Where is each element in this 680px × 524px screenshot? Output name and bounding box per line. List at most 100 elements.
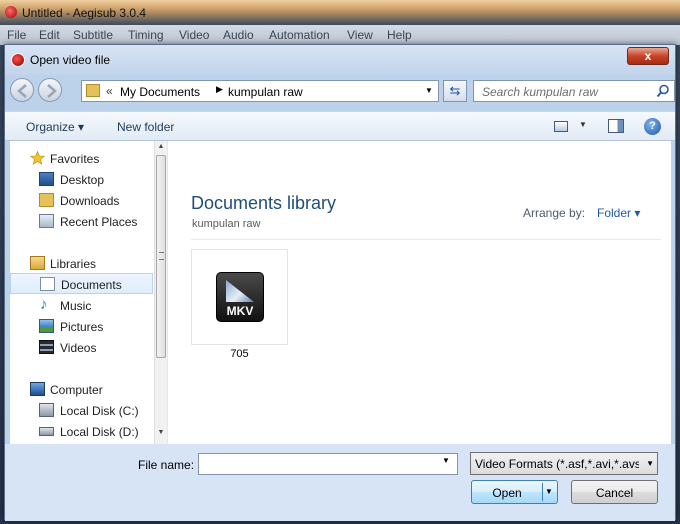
back-button[interactable] (10, 78, 34, 102)
refresh-button[interactable]: ⇆ (443, 80, 467, 102)
help-icon[interactable]: ? (644, 118, 661, 135)
refresh-icon: ⇆ (449, 83, 461, 98)
nav-item-desktop[interactable]: Desktop (10, 169, 153, 190)
arrange-by-label: Arrange by: (523, 206, 586, 220)
library-subtitle: kumpulan raw (192, 218, 261, 230)
close-button[interactable]: x (627, 47, 669, 65)
nav-label: Libraries (50, 257, 97, 271)
cancel-button-label: Cancel (595, 486, 634, 500)
nav-item-local-disk-c[interactable]: Local Disk (C:) (10, 400, 153, 421)
open-video-dialog: Open video file x « My Documents ▶ kumpu… (4, 44, 676, 521)
menu-help[interactable]: Help (387, 28, 412, 42)
menu-subtitle[interactable]: Subtitle (73, 28, 113, 42)
file-type-value: Video Formats (*.asf,*.avi,*.avs, (475, 457, 639, 471)
address-bar[interactable]: « My Documents ▶ kumpulan raw ▼ (81, 80, 439, 102)
dialog-title: Open video file (30, 53, 111, 67)
menu-audio[interactable]: Audio (223, 28, 254, 42)
address-dropdown-icon[interactable]: ▼ (420, 81, 438, 101)
scroll-down-icon[interactable]: ▼ (155, 429, 167, 439)
libraries-icon (30, 256, 45, 270)
nav-label: Music (60, 299, 92, 313)
back-arrow-icon (17, 84, 27, 98)
file-name-label: File name: (138, 458, 195, 472)
scroll-thumb[interactable] (156, 155, 166, 358)
mkv-file-icon: MKV (216, 272, 264, 322)
disk-icon (39, 403, 54, 417)
nav-item-documents[interactable]: Documents (10, 273, 153, 294)
open-button-label: Open (492, 486, 522, 500)
nav-item-computer[interactable]: Computer (10, 379, 153, 400)
nav-item-pictures[interactable]: Pictures (10, 316, 153, 337)
downloads-icon (39, 193, 54, 207)
file-name-dropdown-icon[interactable]: ▼ (442, 456, 450, 465)
open-dropdown-icon[interactable]: ▼ (545, 487, 553, 496)
organize-button[interactable]: Organize ▾ (26, 120, 84, 134)
nav-item-music[interactable]: ♪ Music (10, 295, 153, 316)
mkv-play-glyph-icon (226, 280, 254, 302)
address-overflow-chevron[interactable]: « (106, 84, 113, 98)
open-button[interactable]: Open ▼ (471, 480, 558, 504)
command-toolbar: Organize ▾ New folder ▼ ? (5, 111, 675, 141)
scroll-up-icon[interactable]: ▲ (155, 143, 167, 153)
nav-item-downloads[interactable]: Downloads (10, 190, 153, 211)
dialog-footer: File name: ▼ Video Formats (*.asf,*.avi,… (5, 444, 675, 521)
videos-icon (39, 340, 54, 354)
nav-label: Videos (60, 341, 97, 355)
forward-arrow-icon (47, 84, 57, 98)
search-input[interactable]: Search kumpulan raw (482, 85, 598, 99)
aegisub-dialog-icon (11, 53, 25, 67)
breadcrumb-kumpulan-raw[interactable]: kumpulan raw (228, 85, 303, 99)
scroll-grip-icon (159, 252, 164, 260)
folder-icon (86, 84, 100, 97)
search-box[interactable]: Search kumpulan raw (473, 80, 675, 102)
pictures-icon (39, 319, 54, 333)
forward-button[interactable] (38, 78, 62, 102)
nav-label: Pictures (60, 320, 104, 334)
menu-view[interactable]: View (347, 28, 373, 42)
menu-video[interactable]: Video (179, 28, 209, 42)
nav-item-recent-places[interactable]: Recent Places (10, 211, 153, 232)
file-item[interactable]: MKV (191, 249, 288, 345)
computer-icon (30, 382, 45, 396)
nav-label: Recent Places (60, 215, 138, 229)
app-menubar: File Edit Subtitle Timing Video Audio Au… (0, 25, 680, 45)
nav-item-videos[interactable]: Videos (10, 337, 153, 358)
search-icon[interactable] (656, 84, 670, 98)
menu-automation[interactable]: Automation (269, 28, 330, 42)
file-type-select[interactable]: Video Formats (*.asf,*.avi,*.avs, ▼ (470, 452, 658, 475)
file-name-label[interactable]: 705 (191, 348, 288, 360)
preview-pane-icon[interactable] (608, 119, 624, 133)
file-name-input[interactable] (198, 453, 458, 475)
documents-icon (40, 277, 55, 291)
nav-item-favorites[interactable]: Favorites (10, 148, 153, 169)
open-split-divider (542, 483, 543, 501)
arrange-by-dropdown[interactable]: Folder ▾ (597, 206, 640, 220)
change-view-icon[interactable] (554, 121, 568, 132)
nav-label: Downloads (60, 194, 120, 208)
music-icon: ♪ (40, 296, 48, 313)
nav-label: Computer (50, 383, 103, 397)
breadcrumb-separator-icon[interactable]: ▶ (216, 84, 223, 95)
new-folder-button[interactable]: New folder (117, 120, 174, 134)
nav-item-libraries[interactable]: Libraries (10, 253, 153, 274)
divider (191, 239, 661, 240)
dialog-titlebar: Open video file x (5, 45, 675, 75)
desktop-icon (39, 172, 54, 186)
nav-label: Favorites (50, 152, 100, 166)
disk-icon (39, 427, 54, 436)
menu-timing[interactable]: Timing (128, 28, 164, 42)
nav-label: Local Disk (C:) (60, 404, 139, 418)
nav-item-local-disk-d[interactable]: Local Disk (D:) (10, 421, 153, 442)
view-options-dropdown-icon[interactable]: ▼ (579, 120, 587, 129)
nav-label: Documents (61, 278, 122, 292)
app-title: Untitled - Aegisub 3.0.4 (22, 6, 147, 20)
mkv-badge: MKV (226, 304, 254, 318)
aegisub-app-icon (5, 6, 17, 18)
cancel-button[interactable]: Cancel (571, 480, 658, 504)
menu-file[interactable]: File (7, 28, 26, 42)
menu-edit[interactable]: Edit (39, 28, 60, 42)
nav-label: Desktop (60, 173, 105, 187)
navigation-pane: Favorites Desktop Downloads Recent Place… (10, 141, 167, 444)
nav-scrollbar[interactable]: ▲ ▼ (154, 141, 167, 444)
breadcrumb-my-documents[interactable]: My Documents (120, 85, 200, 99)
